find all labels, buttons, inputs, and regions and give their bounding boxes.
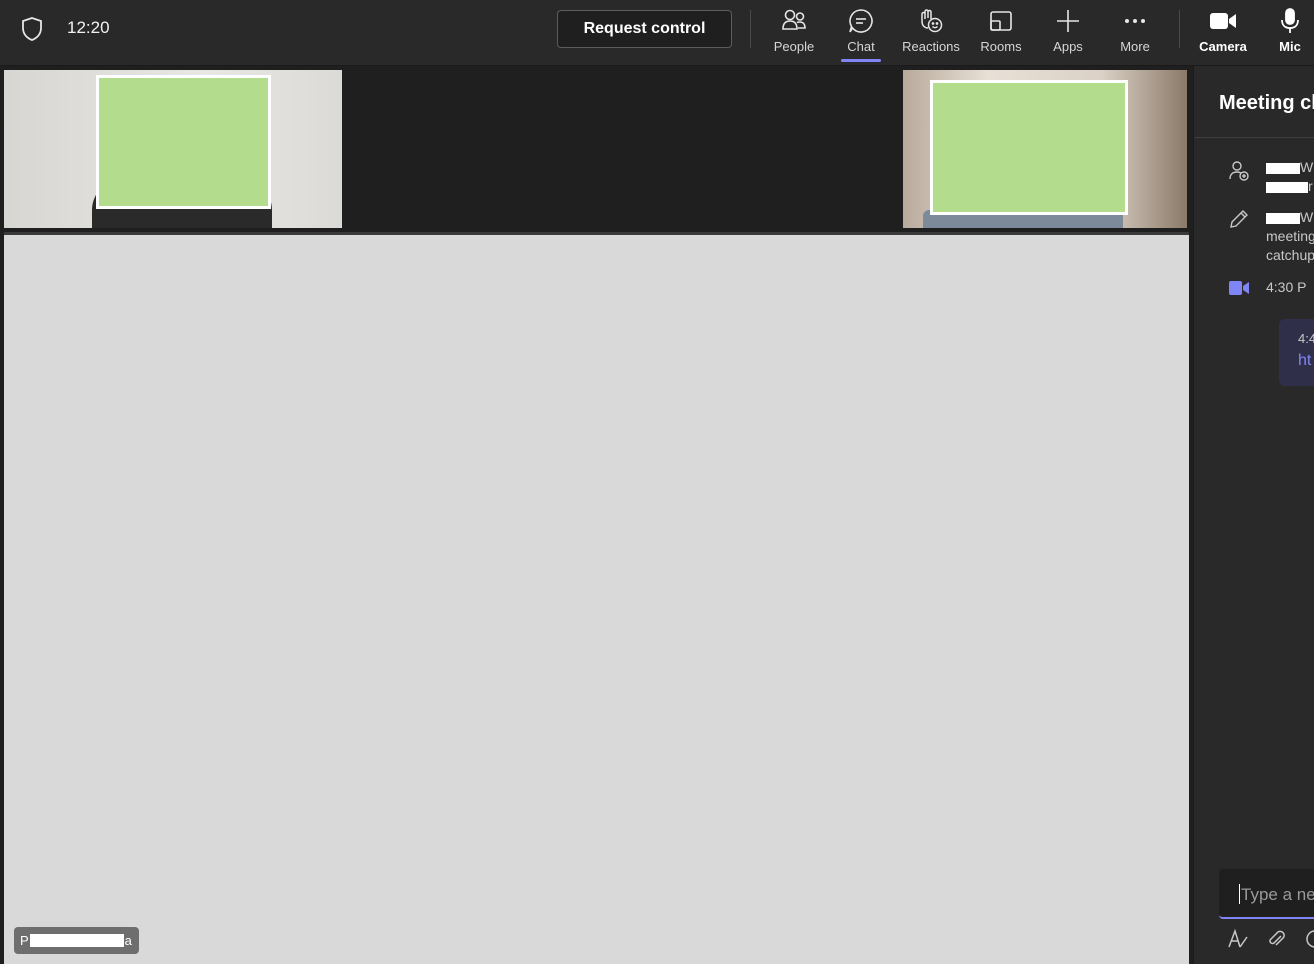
presenter-name-end: a [124, 933, 132, 948]
event-text: W [1300, 159, 1314, 175]
chat-event: 4:30 P [1266, 279, 1307, 295]
chat-event: W r [1266, 158, 1313, 196]
meeting-toolbar: 12:20 Request control People Chat Reacti… [0, 0, 1314, 66]
mic-button[interactable]: Mic [1272, 4, 1308, 62]
name-redaction [1266, 162, 1300, 174]
shared-screen-stage[interactable] [4, 232, 1189, 964]
participant-video-tile[interactable] [4, 70, 342, 228]
toolbar-divider [1179, 10, 1180, 48]
toolbar-divider [750, 10, 751, 48]
rooms-icon [990, 11, 1012, 31]
presenter-name-tag: P a [14, 927, 139, 954]
name-redaction [1266, 212, 1300, 224]
apps-button[interactable]: Apps [1048, 4, 1088, 62]
teams-meeting-window: 12:20 Request control People Chat Reacti… [0, 0, 1314, 964]
chat-panel-title: Meeting ch [1219, 92, 1314, 114]
plus-icon [1057, 10, 1079, 32]
mic-icon [1281, 8, 1299, 33]
compose-message-input[interactable]: Type a new [1219, 869, 1314, 919]
people-icon [782, 9, 806, 30]
name-redaction [1266, 181, 1308, 193]
format-icon[interactable] [1227, 928, 1249, 950]
meeting-clock: 12:20 [67, 18, 110, 37]
reactions-button[interactable]: Reactions [900, 4, 962, 62]
reactions-label: Reactions [902, 39, 960, 54]
chat-icon [849, 9, 873, 33]
more-button[interactable]: More [1115, 4, 1155, 62]
event-text: catchup [1266, 247, 1314, 263]
chat-event: W meeting catchup [1266, 208, 1314, 265]
more-label: More [1120, 39, 1150, 54]
chat-message-bubble[interactable]: 4:4 ht [1279, 319, 1314, 386]
event-text: meeting [1266, 228, 1314, 244]
apps-label: Apps [1053, 39, 1083, 54]
camera-icon [1210, 13, 1236, 29]
chat-label: Chat [847, 39, 875, 54]
chat-button[interactable]: Chat [837, 4, 885, 62]
people-button[interactable]: People [768, 4, 820, 62]
message-time: 4:4 [1298, 331, 1314, 346]
more-icon [1125, 19, 1145, 23]
camera-label: Camera [1199, 39, 1247, 54]
participant-video-tile[interactable] [903, 70, 1187, 228]
loop-icon[interactable] [1303, 928, 1314, 950]
text-cursor [1239, 884, 1240, 904]
event-text: r [1308, 178, 1313, 194]
people-label: People [773, 39, 815, 54]
camera-button[interactable]: Camera [1196, 4, 1250, 62]
compose-placeholder: Type a new [1241, 885, 1314, 904]
shield-icon[interactable] [20, 16, 44, 42]
reactions-icon [921, 9, 943, 33]
active-tab-indicator [841, 59, 881, 62]
request-control-button[interactable]: Request control [557, 10, 732, 48]
video-icon [1229, 281, 1249, 295]
name-redaction [29, 934, 124, 947]
event-text: W [1300, 209, 1314, 225]
mic-label: Mic [1279, 39, 1301, 54]
person-add-icon [1229, 161, 1249, 181]
face-redaction [96, 75, 271, 209]
face-redaction [930, 80, 1128, 215]
rooms-button[interactable]: Rooms [978, 4, 1024, 62]
attach-icon[interactable] [1265, 928, 1287, 950]
panel-divider [1194, 137, 1314, 138]
presenter-name-start: P [20, 933, 29, 948]
rooms-label: Rooms [980, 39, 1022, 54]
message-link[interactable]: ht [1298, 352, 1314, 370]
meeting-chat-panel: Meeting ch W r W meeting catchup 4:30 P … [1193, 66, 1314, 964]
pencil-icon [1230, 210, 1248, 228]
